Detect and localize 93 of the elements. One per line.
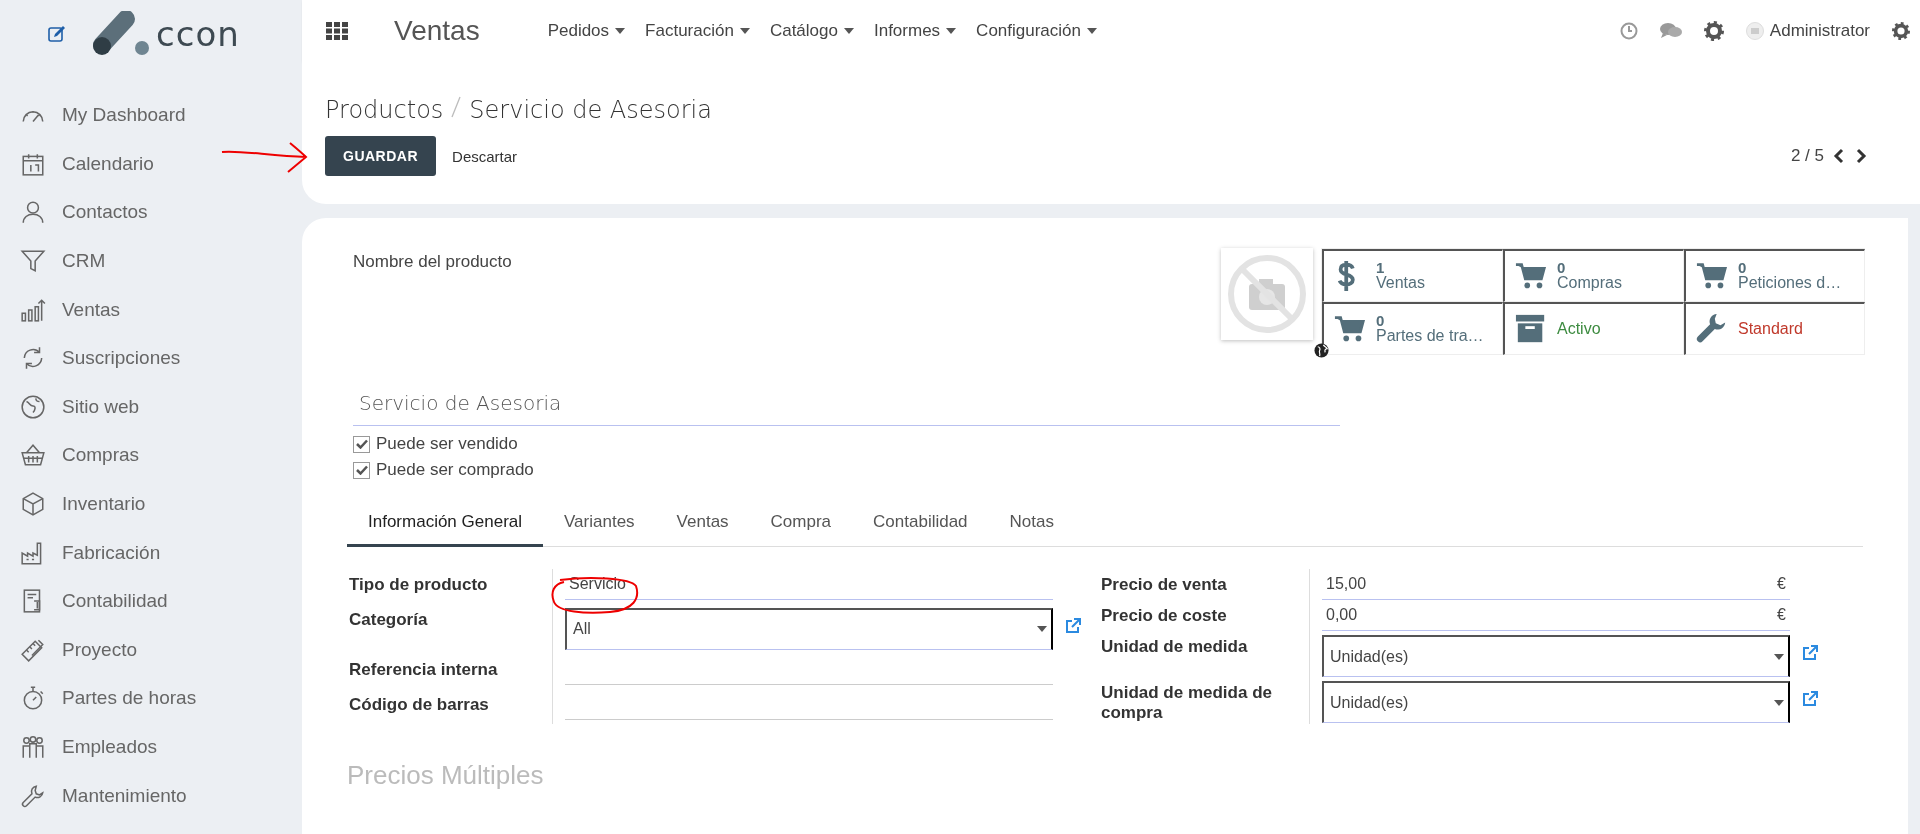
field-label: Referencia interna bbox=[348, 658, 499, 681]
sidebar-item[interactable]: Proyecto bbox=[0, 625, 302, 675]
sidebar-item[interactable]: Mantenimiento bbox=[0, 771, 302, 820]
chat-icon[interactable] bbox=[1659, 22, 1682, 40]
tab[interactable]: Variantes bbox=[543, 498, 656, 547]
sidebar-item[interactable]: Partes de horas bbox=[0, 674, 302, 723]
sidebar-item[interactable]: Compras bbox=[0, 431, 302, 480]
funnel-icon bbox=[20, 248, 46, 275]
stat-button[interactable]: 1 Ventas bbox=[1322, 249, 1503, 302]
caret-icon bbox=[615, 28, 626, 34]
tab[interactable]: Notas bbox=[988, 498, 1075, 547]
basket-icon bbox=[20, 442, 46, 469]
select-field[interactable]: Unidad(es) bbox=[1322, 635, 1790, 677]
logo-text: ccon bbox=[156, 14, 240, 54]
external-link-icon[interactable] bbox=[1802, 645, 1818, 661]
caret-icon bbox=[1774, 699, 1784, 706]
people-icon bbox=[20, 734, 46, 760]
tab[interactable]: Información General bbox=[347, 498, 544, 547]
no-photo-icon bbox=[1225, 252, 1309, 336]
globe-icon bbox=[20, 393, 46, 420]
breadcrumb-current: Servicio de Asesoria bbox=[469, 96, 712, 124]
field-label: Precio de coste bbox=[1100, 605, 1228, 627]
field-label: Tipo de producto bbox=[348, 574, 489, 596]
stat-button[interactable]: 0 Peticiones d… bbox=[1684, 249, 1865, 302]
globe-icon[interactable] bbox=[1314, 343, 1329, 358]
wrench-icon bbox=[20, 782, 46, 809]
stat-button[interactable]: Activo bbox=[1503, 302, 1684, 355]
amount-field[interactable]: 15,00 € bbox=[1322, 569, 1790, 600]
text-field[interactable]: Servicio bbox=[565, 569, 1053, 600]
bar-chart-icon bbox=[20, 296, 46, 323]
sidebar-item[interactable]: Fabricación bbox=[0, 528, 302, 577]
box-icon bbox=[20, 491, 46, 518]
caret-icon bbox=[946, 28, 957, 34]
edit-icon[interactable] bbox=[48, 25, 66, 43]
menu-item[interactable]: Facturación bbox=[645, 21, 750, 41]
sidebar-item[interactable]: Contabilidad bbox=[0, 576, 302, 626]
field-label: Código de barras bbox=[348, 693, 490, 716]
menu-item[interactable]: Pedidos bbox=[547, 21, 626, 41]
name-input[interactable]: Servicio de Asesoria bbox=[353, 379, 1340, 426]
stat-button[interactable]: 0 Partes de tra… bbox=[1322, 302, 1503, 355]
sidebar-item[interactable]: Contactos bbox=[0, 188, 302, 237]
logo-mark-drawing bbox=[90, 11, 152, 57]
checkbox-row[interactable]: Puede ser comprado bbox=[353, 460, 1865, 480]
breadcrumb-link[interactable]: Productos bbox=[325, 96, 444, 124]
sidebar-item[interactable]: Empleados bbox=[0, 722, 302, 772]
menu-item[interactable]: Catálogo bbox=[769, 21, 854, 41]
section-title: Precios Múltiples bbox=[347, 759, 545, 791]
stat-button[interactable]: Standard bbox=[1684, 302, 1865, 355]
field-label: Unidad de medida de compra bbox=[1100, 682, 1273, 724]
caret-icon bbox=[739, 28, 750, 34]
next-icon[interactable] bbox=[1854, 148, 1868, 164]
tab[interactable]: Compra bbox=[749, 498, 853, 547]
external-link-icon[interactable] bbox=[1802, 691, 1818, 707]
amount-field[interactable]: 0,00 € bbox=[1322, 600, 1790, 631]
user-menu[interactable]: Administrator bbox=[1745, 21, 1870, 41]
sidebar-item[interactable]: Sitio web bbox=[0, 382, 302, 432]
checkmark-icon bbox=[355, 465, 368, 475]
field-label: Precio de venta bbox=[1100, 574, 1228, 596]
field-label: Categoría bbox=[348, 608, 429, 631]
stat-button[interactable]: 0 Compras bbox=[1503, 249, 1684, 302]
pager-counter: 2 / 5 bbox=[1790, 146, 1824, 166]
external-link-icon[interactable] bbox=[1065, 617, 1081, 634]
apps-grid-icon[interactable] bbox=[326, 22, 348, 40]
menu-item[interactable]: Configuración bbox=[976, 21, 1097, 41]
sidebar-item[interactable]: Calendario bbox=[0, 139, 302, 189]
discard-button[interactable]: Descartar bbox=[444, 141, 526, 171]
settings-icon[interactable] bbox=[1892, 22, 1910, 40]
sidebar-item[interactable]: Suscripciones bbox=[0, 333, 302, 383]
caret-icon bbox=[1087, 28, 1097, 34]
sidebar-item[interactable]: CRM bbox=[0, 236, 302, 286]
tab[interactable]: Ventas bbox=[655, 498, 750, 547]
slash-icon bbox=[451, 96, 462, 118]
select-field[interactable]: All bbox=[565, 607, 1053, 650]
tab[interactable]: Contabilidad bbox=[852, 498, 989, 547]
checkbox-row[interactable]: Puede ser vendido bbox=[353, 434, 1865, 454]
menu-item[interactable]: Informes bbox=[873, 21, 957, 41]
caret-icon bbox=[1774, 653, 1784, 660]
app-title: Ventas bbox=[394, 15, 480, 47]
checkmark-icon bbox=[355, 439, 368, 449]
previous-icon[interactable] bbox=[1832, 148, 1846, 164]
caret-icon bbox=[1037, 626, 1047, 633]
sidebar-item[interactable]: Ventas bbox=[0, 285, 302, 334]
person-icon bbox=[20, 199, 46, 226]
field-label: Unidad de medida bbox=[1100, 636, 1249, 658]
field-label: Nombre del producto bbox=[352, 251, 513, 272]
save-button[interactable]: GUARDAR bbox=[325, 136, 437, 176]
settings-icon[interactable] bbox=[1703, 21, 1724, 41]
caret-icon bbox=[843, 28, 854, 34]
sidebar-item[interactable]: Inventario bbox=[0, 479, 302, 529]
clock-icon[interactable] bbox=[1619, 22, 1638, 40]
select-field[interactable]: Unidad(es) bbox=[1322, 681, 1790, 723]
sidebar-item[interactable]: My Dashboard bbox=[0, 91, 302, 140]
avatar-icon bbox=[1745, 22, 1764, 40]
